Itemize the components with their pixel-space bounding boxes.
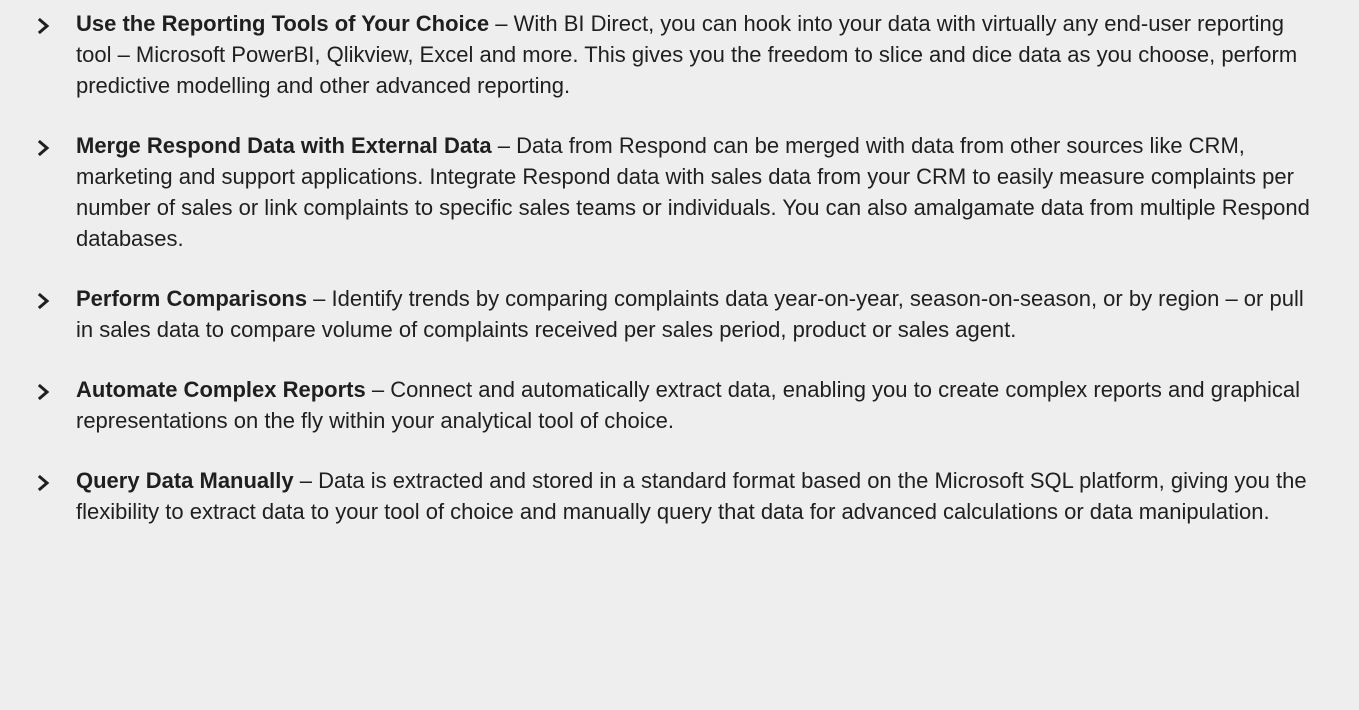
feature-separator: – bbox=[491, 133, 517, 158]
feature-item-reporting-tools: Use the Reporting Tools of Your Choice –… bbox=[0, 8, 1359, 101]
feature-separator: – bbox=[293, 468, 319, 493]
feature-item-comparisons: Perform Comparisons – Identify trends by… bbox=[0, 283, 1359, 345]
feature-title: Use the Reporting Tools of Your Choice bbox=[76, 11, 490, 36]
feature-list: Use the Reporting Tools of Your Choice –… bbox=[0, 0, 1359, 527]
feature-separator: – bbox=[307, 286, 332, 311]
feature-title: Perform Comparisons bbox=[76, 286, 308, 311]
feature-title: Query Data Manually bbox=[76, 468, 294, 493]
chevron-right-icon bbox=[37, 140, 51, 156]
feature-separator: – bbox=[489, 11, 514, 36]
feature-title: Automate Complex Reports bbox=[76, 377, 366, 402]
feature-title: Merge Respond Data with External Data bbox=[76, 133, 492, 158]
chevron-right-icon bbox=[37, 384, 51, 400]
chevron-right-icon bbox=[37, 18, 51, 34]
chevron-right-icon bbox=[37, 475, 51, 491]
chevron-right-icon bbox=[37, 293, 51, 309]
feature-separator: – bbox=[365, 377, 391, 402]
feature-item-merge-data: Merge Respond Data with External Data – … bbox=[0, 130, 1359, 254]
feature-item-automate-reports: Automate Complex Reports – Connect and a… bbox=[0, 374, 1359, 436]
feature-item-query-data: Query Data Manually – Data is extracted … bbox=[0, 465, 1359, 527]
